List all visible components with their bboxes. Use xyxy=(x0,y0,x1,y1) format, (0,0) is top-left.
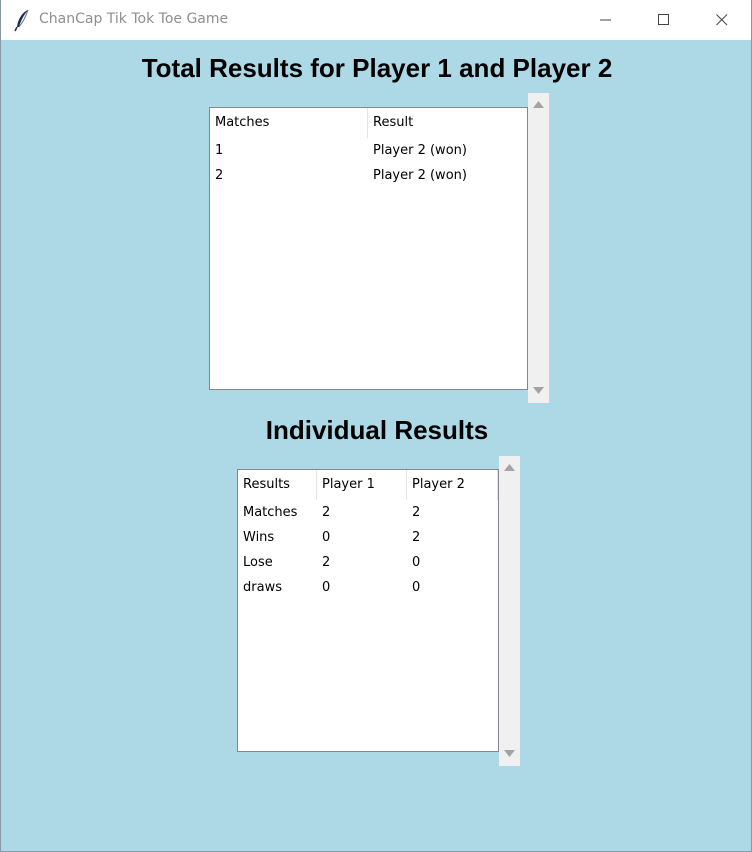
scroll-up-arrow-icon xyxy=(504,464,515,471)
title-bar[interactable]: ChanCap Tik Tok Toe Game xyxy=(1,0,751,40)
stat-label-cell: draws xyxy=(243,580,282,595)
minimize-button[interactable] xyxy=(577,0,635,40)
player-1-value-cell: 0 xyxy=(322,530,331,545)
stat-label-cell: Lose xyxy=(243,555,273,570)
table-row[interactable]: Wins 0 2 xyxy=(238,525,498,550)
table-row[interactable]: 1 Player 2 (won) xyxy=(210,138,527,163)
scroll-down-arrow-icon xyxy=(504,750,515,757)
stat-label-cell: Matches xyxy=(243,505,298,520)
table-row[interactable]: 2 Player 2 (won) xyxy=(210,163,527,188)
close-button[interactable] xyxy=(693,0,751,40)
table-header: Results Player 1 Player 2 xyxy=(238,470,498,500)
table-row[interactable]: Lose 2 0 xyxy=(238,550,498,575)
scroll-down-button[interactable] xyxy=(528,381,549,401)
scroll-up-button[interactable] xyxy=(499,458,520,478)
column-header-results[interactable]: Results xyxy=(238,470,317,500)
player-2-value-cell: 0 xyxy=(412,555,421,570)
column-header-matches[interactable]: Matches xyxy=(210,108,368,138)
individual-results-table[interactable]: Results Player 1 Player 2 Matches 2 2 Wi… xyxy=(237,469,499,752)
total-results-heading: Total Results for Player 1 and Player 2 xyxy=(141,53,613,83)
player-2-value-cell: 0 xyxy=(412,580,421,595)
column-header-result[interactable]: Result xyxy=(368,108,527,138)
individual-results-heading: Individual Results xyxy=(265,415,489,445)
close-icon xyxy=(716,14,728,26)
table-row[interactable]: Matches 2 2 xyxy=(238,500,498,525)
column-header-player-2[interactable]: Player 2 xyxy=(407,470,498,500)
stat-label-cell: Wins xyxy=(243,530,275,545)
feather-icon xyxy=(13,8,33,32)
scroll-up-button[interactable] xyxy=(528,95,549,115)
maximize-button[interactable] xyxy=(635,0,693,40)
match-number-cell: 1 xyxy=(215,143,224,158)
player-1-value-cell: 2 xyxy=(322,555,331,570)
minimize-icon xyxy=(600,19,611,21)
scroll-down-arrow-icon xyxy=(533,387,544,394)
scroll-down-button[interactable] xyxy=(499,744,520,764)
column-header-player-1[interactable]: Player 1 xyxy=(317,470,407,500)
player-2-value-cell: 2 xyxy=(412,505,421,520)
total-results-scrollbar[interactable] xyxy=(528,93,549,403)
total-results-table[interactable]: Matches Result 1 Player 2 (won) 2 Player… xyxy=(209,107,528,390)
match-result-cell: Player 2 (won) xyxy=(373,143,467,158)
player-1-value-cell: 0 xyxy=(322,580,331,595)
table-row[interactable]: draws 0 0 xyxy=(238,575,498,600)
player-2-value-cell: 2 xyxy=(412,530,421,545)
window-title: ChanCap Tik Tok Toe Game xyxy=(39,11,229,27)
match-result-cell: Player 2 (won) xyxy=(373,168,467,183)
scroll-up-arrow-icon xyxy=(533,101,544,108)
match-number-cell: 2 xyxy=(215,168,224,183)
app-window: ChanCap Tik Tok Toe Game Total Results f… xyxy=(0,0,752,852)
individual-results-scrollbar[interactable] xyxy=(499,456,520,766)
table-header: Matches Result xyxy=(210,108,527,138)
maximize-icon xyxy=(658,14,669,25)
player-1-value-cell: 2 xyxy=(322,505,331,520)
